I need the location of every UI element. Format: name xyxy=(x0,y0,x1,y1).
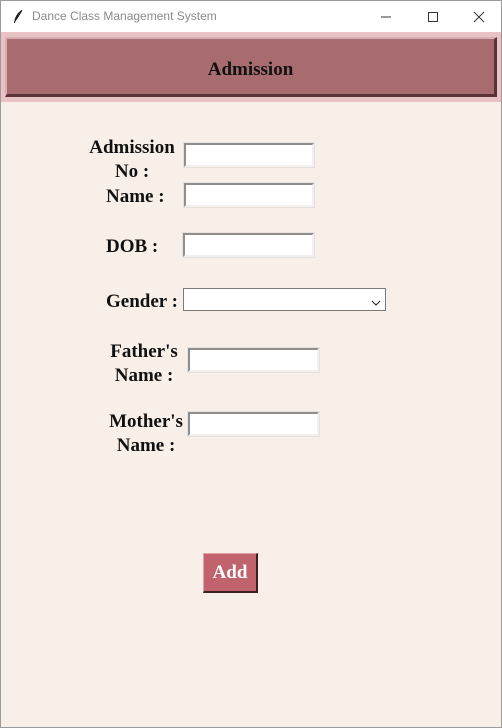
title-bar[interactable]: Dance Class Management System xyxy=(1,1,501,32)
mothers-name-label-line2: Name : xyxy=(116,435,176,456)
dob-field[interactable] xyxy=(182,232,315,258)
header-panel: Admission xyxy=(5,37,497,97)
name-label: Name : xyxy=(106,186,165,207)
gender-select[interactable] xyxy=(183,288,386,311)
maximize-button[interactable] xyxy=(410,1,456,32)
minimize-icon xyxy=(381,16,391,17)
close-button[interactable] xyxy=(456,1,501,32)
admission-no-label: Admission No : xyxy=(86,136,178,184)
fathers-name-field[interactable] xyxy=(187,347,320,373)
fathers-name-label-line2: Name : xyxy=(114,365,174,386)
chevron-down-icon[interactable] xyxy=(371,295,381,306)
gender-label: Gender : xyxy=(106,291,178,312)
name-field[interactable] xyxy=(183,182,315,208)
window-title: Dance Class Management System xyxy=(32,9,217,23)
minimize-button[interactable] xyxy=(363,1,409,32)
fathers-name-label: Father's Name : xyxy=(106,340,182,388)
mothers-name-field[interactable] xyxy=(187,411,320,437)
maximize-icon xyxy=(428,11,438,22)
admission-no-field[interactable] xyxy=(183,142,315,168)
header-frame: Admission xyxy=(1,32,501,102)
dob-label: DOB : xyxy=(106,236,159,257)
fathers-name-label-line1: Father's xyxy=(110,341,178,362)
page-title: Admission xyxy=(207,59,294,80)
feather-icon xyxy=(12,9,24,25)
mothers-name-label-line1: Mother's xyxy=(109,411,183,432)
admission-no-label-line2: No : xyxy=(114,161,150,182)
admission-no-label-line1: Admission xyxy=(89,137,175,158)
close-icon xyxy=(473,11,485,22)
add-button[interactable]: Add xyxy=(203,553,258,593)
mothers-name-label: Mother's Name : xyxy=(106,410,186,458)
app-window: Dance Class Management System Admission … xyxy=(0,0,502,728)
